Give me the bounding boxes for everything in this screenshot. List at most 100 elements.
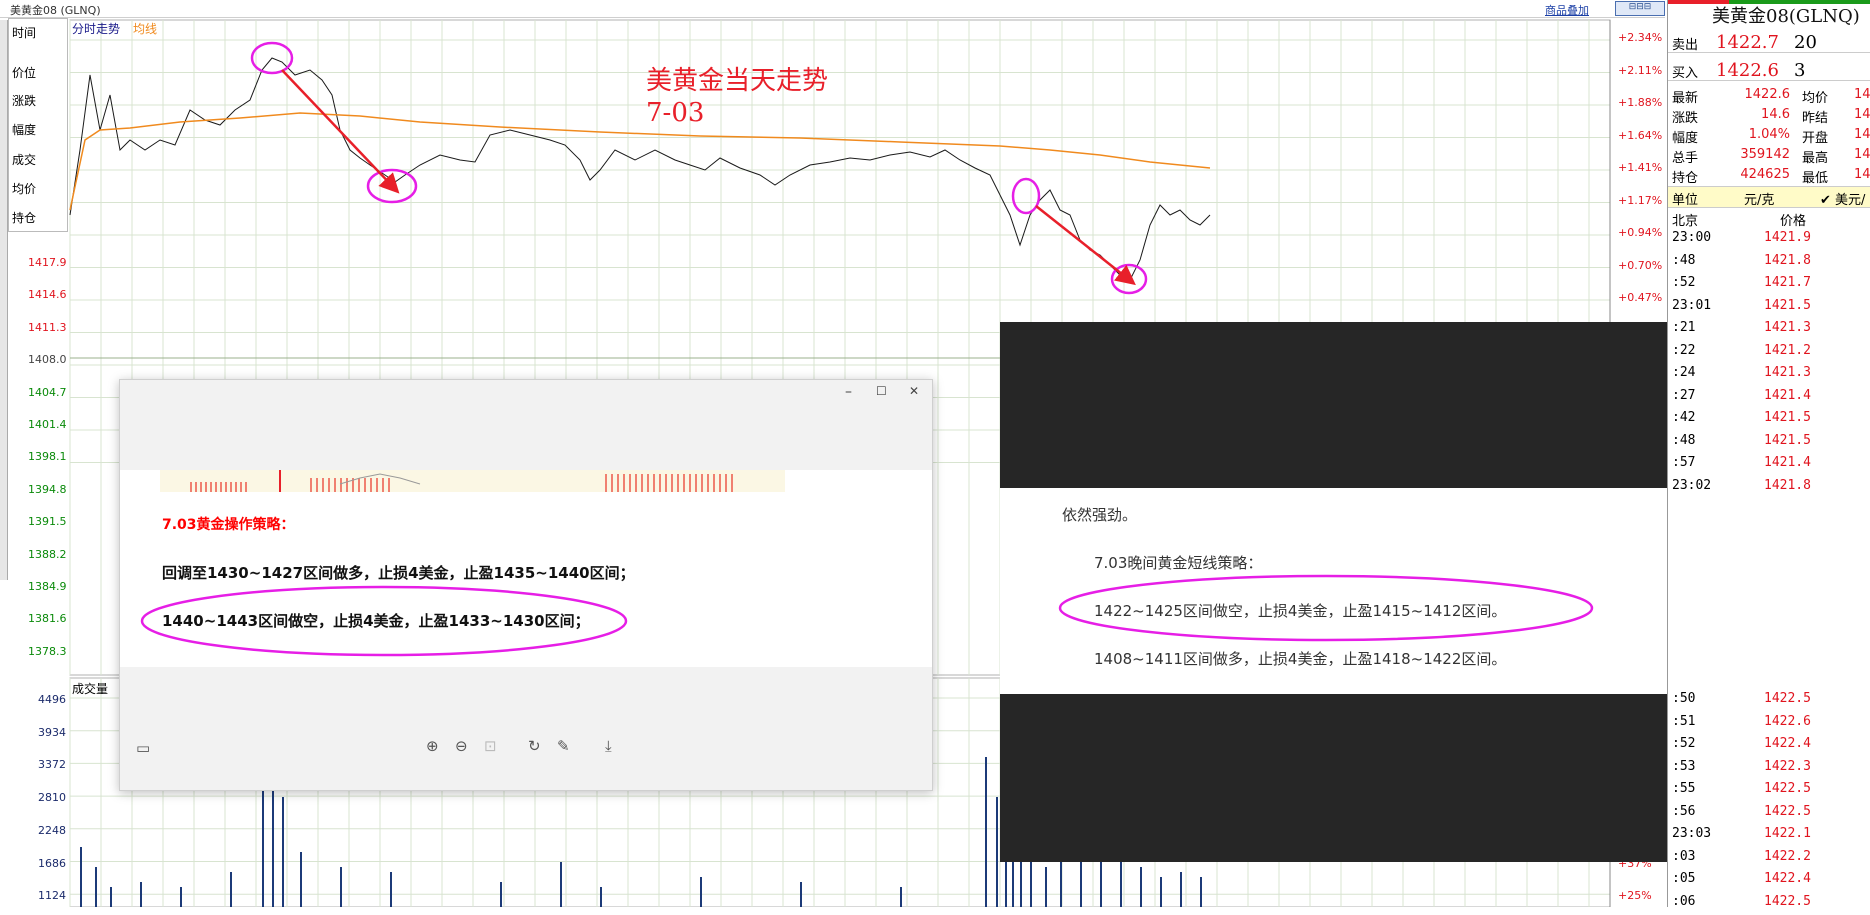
download-icon[interactable]: ⤓	[605, 737, 612, 755]
tick-time: :52	[1672, 736, 1696, 751]
tick-time: 23:00	[1672, 230, 1712, 245]
stat-value-2: 14	[1854, 107, 1870, 122]
tick-row: :48 1421.5	[1668, 432, 1870, 454]
side-tab-strip[interactable]	[0, 20, 8, 580]
label-position: 持仓	[12, 211, 37, 225]
buy-volume: 3	[1794, 60, 1806, 81]
stats-row: 涨跌 14.6 昨结 14	[1668, 106, 1870, 126]
note-line-1: 7.03晚间黄金短线策略：	[1094, 554, 1263, 572]
tick-row: :22 1421.2	[1668, 342, 1870, 364]
tick-price: 1421.3	[1764, 365, 1811, 380]
stat-label-2: 开盘	[1802, 131, 1829, 146]
overlay-link[interactable]: 商品叠加	[1545, 2, 1589, 18]
tick-time: :56	[1672, 803, 1696, 819]
pct-axis-label: +2.34%	[1618, 31, 1663, 44]
stat-label-2: 昨结	[1802, 111, 1829, 126]
pct-axis-label: +0.47%	[1618, 291, 1663, 304]
zoom-in-icon[interactable]: ⊕	[426, 737, 439, 755]
price-axis-label: 1401.4	[28, 418, 67, 431]
stat-value: 14.6	[1761, 107, 1790, 122]
tick-time: :53	[1672, 758, 1696, 774]
pct-axis-label: +1.64%	[1618, 128, 1663, 142]
tick-time: :51	[1672, 713, 1696, 729]
chart-thumbnail	[160, 470, 785, 492]
tick-price: 1421.3	[1764, 320, 1811, 335]
tick-row: :03 1422.2	[1668, 848, 1870, 870]
maximize-button[interactable]: ☐	[876, 384, 887, 398]
price-axis-label: 1408.0	[28, 353, 67, 367]
label-time: 时间	[12, 26, 37, 40]
stat-label: 最新	[1672, 91, 1699, 106]
stat-value: 1.04%	[1748, 127, 1790, 142]
highlight-ellipse-viewer	[140, 585, 628, 657]
tick-time: :03	[1672, 848, 1696, 864]
close-button[interactable]: ✕	[909, 384, 919, 398]
price-axis-label: 1411.3	[28, 320, 67, 334]
stats-row: 最新 1422.6 均价 14	[1668, 86, 1870, 106]
tick-time: :06	[1672, 893, 1696, 909]
tab-average-line[interactable]: 均线	[133, 20, 157, 37]
tick-row: :05 1422.4	[1668, 870, 1870, 892]
stats-row: 幅度 1.04% 开盘 14	[1668, 126, 1870, 146]
tick-price: 1422.5	[1764, 803, 1811, 819]
price-axis-label: 1384.9	[28, 580, 67, 593]
thumbnail-icon[interactable]: ▭	[136, 739, 150, 757]
tick-time: :42	[1672, 410, 1696, 425]
sell-volume: 20	[1794, 32, 1817, 53]
sell-label: 卖出	[1672, 38, 1699, 53]
tick-row: :21 1421.3	[1668, 319, 1870, 341]
strategy-line-1: 回调至1430~1427区间做多，止损4美金，止盈1435~1440区间；	[162, 564, 635, 582]
buy-row: 买入 1422.6 3	[1668, 60, 1870, 81]
tick-price: 1422.3	[1764, 758, 1811, 774]
rotate-icon[interactable]: ↻	[528, 737, 541, 755]
edit-icon[interactable]: ✎	[557, 737, 570, 755]
col-time: 北京	[1672, 214, 1699, 229]
view-toggle-icons[interactable]: ⊟⊟⊟	[1615, 1, 1665, 16]
tick-price: 1422.5	[1764, 893, 1811, 909]
stat-label: 涨跌	[1672, 111, 1699, 126]
tick-time: :48	[1672, 432, 1696, 448]
tick-row: :24 1421.3	[1668, 364, 1870, 386]
tick-price: 1422.1	[1764, 826, 1811, 841]
volume-axis-label: 3934	[38, 725, 66, 739]
tick-row: :51 1422.6	[1668, 713, 1870, 735]
tick-row: 23:00 1421.9	[1668, 229, 1870, 251]
unit-option[interactable]: ✔ 美元/	[1820, 189, 1865, 208]
stats-row: 持仓 424625 最低 14	[1668, 166, 1870, 186]
tick-row: 23:03 1422.1	[1668, 825, 1870, 847]
unit-value[interactable]: 元/克	[1744, 189, 1774, 208]
volume-axis-label: 3372	[38, 758, 66, 772]
viewer-caption: – ☐ ✕	[120, 380, 932, 470]
tick-time: 23:02	[1672, 477, 1712, 493]
minimize-button[interactable]: –	[845, 384, 852, 400]
chart-title: 美黄金08 (GLNQ)	[10, 4, 101, 17]
tick-time: :24	[1672, 365, 1696, 380]
note-line-0: 依然强劲。	[1062, 506, 1138, 524]
zoom-out-icon[interactable]: ⊖	[455, 737, 468, 755]
tick-price: 1421.4	[1764, 455, 1811, 470]
tick-price: 1421.5	[1764, 410, 1811, 425]
unit-row[interactable]: 单位 元/克 ✔ 美元/	[1668, 186, 1870, 208]
label-price: 价位	[12, 66, 37, 80]
tick-time: 23:03	[1672, 826, 1712, 841]
tick-row: :56 1422.5	[1668, 803, 1870, 825]
tick-time: :48	[1672, 252, 1696, 268]
annotation-date: 7-03	[646, 98, 705, 128]
tick-row: :53 1422.3	[1668, 758, 1870, 780]
tick-price: 1421.5	[1764, 432, 1811, 448]
label-volume: 成交	[12, 153, 37, 167]
tick-time: :52	[1672, 275, 1696, 290]
tick-row: 23:02 1421.8	[1668, 477, 1870, 499]
tab-intraday[interactable]: 分时走势	[72, 20, 120, 37]
tick-row: :48 1421.8	[1668, 252, 1870, 274]
tick-row: :42 1421.5	[1668, 409, 1870, 431]
volume-axis-label: 1124	[38, 889, 66, 903]
label-change: 涨跌	[12, 94, 37, 108]
stat-label-2: 最低	[1802, 171, 1829, 186]
stat-label-2: 最高	[1802, 151, 1829, 166]
buy-price: 1422.6	[1716, 60, 1779, 81]
actual-size-icon[interactable]: ⊡	[484, 737, 497, 755]
volume-axis-label: 2810	[38, 791, 66, 805]
stat-value: 1422.6	[1744, 87, 1791, 102]
col-price: 价格	[1780, 214, 1807, 229]
